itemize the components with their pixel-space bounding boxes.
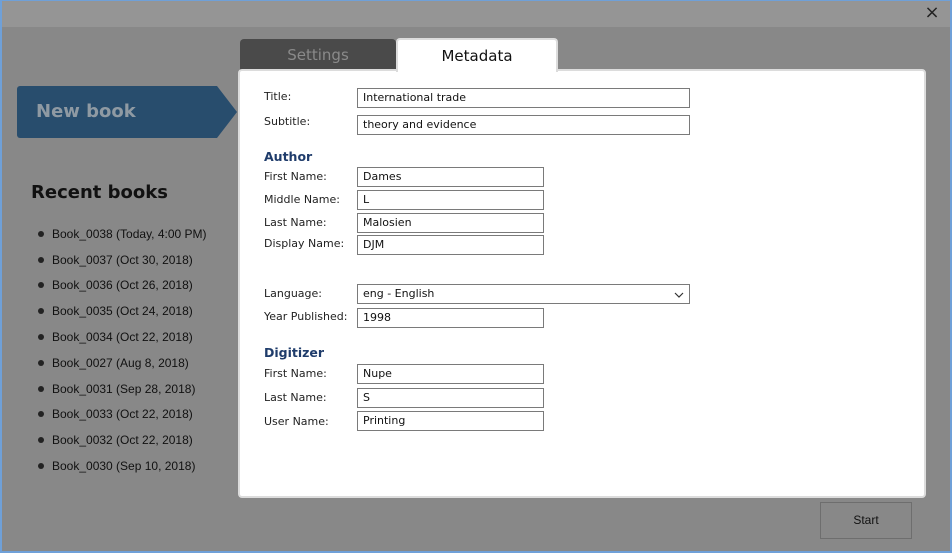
tab-metadata[interactable]: Metadata — [396, 38, 558, 72]
bullet-icon — [38, 385, 44, 392]
close-icon[interactable]: × — [920, 3, 944, 25]
bullet-icon — [38, 308, 44, 315]
author-first-name-input[interactable]: Dames — [357, 167, 544, 187]
recent-book-item[interactable]: Book_0036 (Oct 26, 2018) — [38, 273, 207, 299]
title-bar: × — [2, 1, 950, 27]
tab-settings[interactable]: Settings — [240, 39, 396, 71]
digitizer-first-name-label: First Name: — [264, 367, 327, 380]
recent-book-label: Book_0033 (Oct 22, 2018) — [52, 407, 193, 422]
recent-book-label: Book_0032 (Oct 22, 2018) — [52, 433, 193, 448]
digitizer-first-name-input[interactable]: Nupe — [357, 364, 544, 384]
subtitle-label: Subtitle: — [264, 115, 311, 128]
metadata-panel: Title: International trade Subtitle: the… — [238, 69, 926, 498]
year-published-input[interactable]: 1998 — [357, 308, 544, 328]
digitizer-user-name-label: User Name: — [264, 415, 329, 428]
recent-book-item[interactable]: Book_0038 (Today, 4:00 PM) — [38, 221, 207, 247]
year-published-label: Year Published: — [264, 310, 348, 323]
bullet-icon — [38, 437, 44, 444]
recent-book-label: Book_0035 (Oct 24, 2018) — [52, 304, 193, 319]
recent-book-item[interactable]: Book_0032 (Oct 22, 2018) — [38, 427, 207, 453]
author-first-name-label: First Name: — [264, 170, 327, 183]
recent-books-list: Book_0038 (Today, 4:00 PM) Book_0037 (Oc… — [38, 221, 207, 479]
author-middle-name-input[interactable]: L — [357, 190, 544, 210]
subtitle-input[interactable]: theory and evidence — [357, 115, 690, 135]
bullet-icon — [38, 411, 44, 418]
language-value: eng - English — [363, 287, 435, 300]
author-display-name-input[interactable]: DJM — [357, 235, 544, 255]
title-input[interactable]: International trade — [357, 88, 690, 108]
recent-book-label: Book_0031 (Sep 28, 2018) — [52, 381, 196, 396]
recent-book-item[interactable]: Book_0027 (Aug 8, 2018) — [38, 350, 207, 376]
digitizer-last-name-label: Last Name: — [264, 391, 327, 404]
title-label: Title: — [264, 90, 292, 103]
recent-book-label: Book_0037 (Oct 30, 2018) — [52, 252, 193, 267]
app-window: × New book Recent books Book_0038 (Today… — [0, 0, 952, 553]
recent-book-label: Book_0030 (Sep 10, 2018) — [52, 459, 196, 474]
chevron-down-icon — [674, 288, 684, 306]
author-last-name-label: Last Name: — [264, 216, 327, 229]
recent-book-item[interactable]: Book_0031 (Sep 28, 2018) — [38, 376, 207, 402]
recent-book-label: Book_0036 (Oct 26, 2018) — [52, 278, 193, 293]
recent-book-item[interactable]: Book_0034 (Oct 22, 2018) — [38, 324, 207, 350]
bullet-icon — [38, 359, 44, 366]
start-button[interactable]: Start — [820, 502, 912, 539]
recent-books-heading: Recent books — [31, 182, 168, 203]
new-book-button[interactable]: New book — [17, 86, 237, 138]
bullet-icon — [38, 230, 44, 237]
recent-book-label: Book_0038 (Today, 4:00 PM) — [52, 226, 207, 241]
digitizer-user-name-input[interactable]: Printing — [357, 411, 544, 431]
digitizer-last-name-input[interactable]: S — [357, 388, 544, 408]
digitizer-heading: Digitizer — [264, 345, 325, 360]
recent-book-item[interactable]: Book_0037 (Oct 30, 2018) — [38, 247, 207, 273]
author-display-name-label: Display Name: — [264, 237, 345, 250]
language-select[interactable]: eng - English — [357, 284, 690, 304]
recent-book-item[interactable]: Book_0030 (Sep 10, 2018) — [38, 453, 207, 479]
language-label: Language: — [264, 287, 322, 300]
recent-book-label: Book_0027 (Aug 8, 2018) — [52, 355, 189, 370]
recent-book-item[interactable]: Book_0033 (Oct 22, 2018) — [38, 402, 207, 428]
author-heading: Author — [264, 149, 313, 164]
bullet-icon — [38, 334, 44, 341]
recent-book-item[interactable]: Book_0035 (Oct 24, 2018) — [38, 298, 207, 324]
recent-book-label: Book_0034 (Oct 22, 2018) — [52, 330, 193, 345]
bullet-icon — [38, 282, 44, 289]
author-last-name-input[interactable]: Malosien — [357, 213, 544, 233]
bullet-icon — [38, 463, 44, 470]
author-middle-name-label: Middle Name: — [264, 193, 340, 206]
bullet-icon — [38, 256, 44, 263]
